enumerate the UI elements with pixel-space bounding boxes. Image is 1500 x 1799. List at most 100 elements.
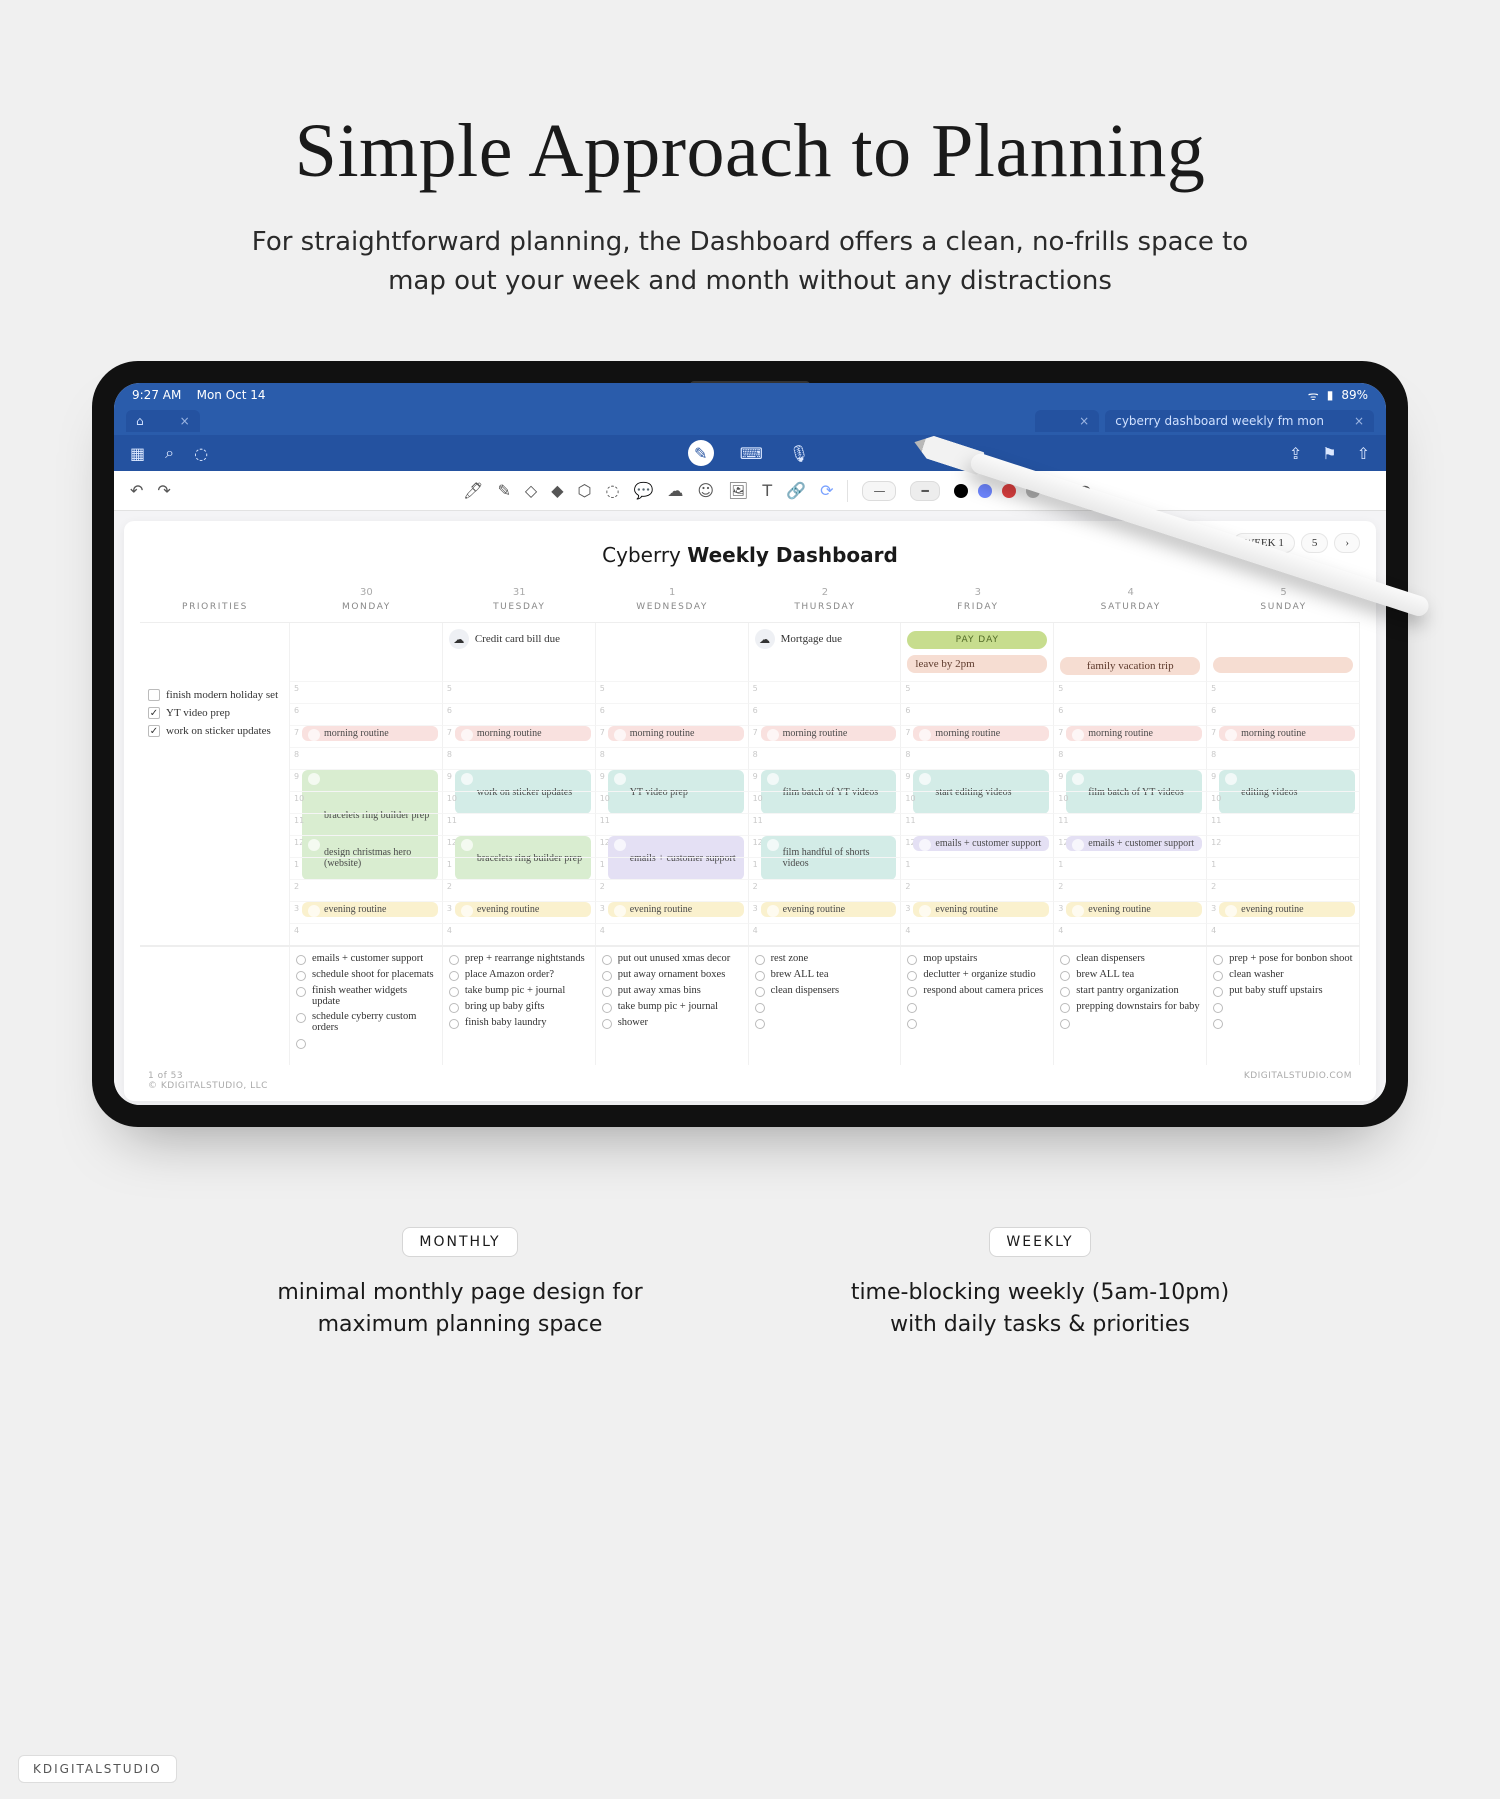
schedule-cell[interactable]: 12emails + customer support	[1054, 835, 1207, 857]
schedule-cell[interactable]: 7morning routine	[901, 725, 1054, 747]
colorpicker-icon[interactable]: ◑	[1078, 481, 1092, 500]
schedule-cell[interactable]: 8	[596, 747, 749, 769]
color-grey[interactable]	[1026, 484, 1040, 498]
event-credit-card[interactable]: ☁Credit card bill due	[449, 629, 560, 649]
allday-cell[interactable]: family vacation trip	[1054, 623, 1207, 681]
schedule-cell[interactable]: 8	[290, 747, 443, 769]
evening-routine-block[interactable]: evening routine	[1066, 902, 1202, 917]
schedule-cell[interactable]: 5	[443, 681, 596, 703]
color-black[interactable]	[954, 484, 968, 498]
color-gold[interactable]	[1050, 484, 1064, 498]
schedule-cell[interactable]: 8	[443, 747, 596, 769]
tab-empty[interactable]: ×	[1035, 410, 1099, 432]
schedule-cell[interactable]: 12design christmas hero (website)	[290, 835, 443, 857]
redo-icon[interactable]: ↷	[157, 481, 170, 500]
sticker-icon[interactable]: ☺	[697, 481, 714, 500]
schedule-cell[interactable]: 8	[1054, 747, 1207, 769]
schedule-cell[interactable]: 1	[901, 857, 1054, 879]
schedule-cell[interactable]: 1	[1054, 857, 1207, 879]
allday-cell[interactable]	[1207, 623, 1360, 681]
schedule-cell[interactable]: 2	[1054, 879, 1207, 901]
schedule-cell[interactable]: 2	[443, 879, 596, 901]
link-icon[interactable]: 🔗	[786, 481, 806, 500]
morning-routine-block[interactable]: morning routine	[1219, 726, 1355, 741]
schedule-cell[interactable]: 4	[443, 923, 596, 945]
schedule-cell[interactable]: 4	[596, 923, 749, 945]
bookmark-icon[interactable]: ⚑	[1322, 444, 1336, 463]
week-5-button[interactable]: 5	[1301, 533, 1329, 553]
schedule-cell[interactable]: 10	[749, 791, 902, 813]
payday-badge[interactable]: PAY DAY	[907, 631, 1047, 649]
morning-routine-block[interactable]: morning routine	[761, 726, 897, 741]
schedule-cell[interactable]: 2	[1207, 879, 1360, 901]
close-icon[interactable]: ×	[1354, 414, 1364, 428]
schedule-cell[interactable]: 3evening routine	[290, 901, 443, 923]
morning-routine-block[interactable]: morning routine	[913, 726, 1049, 741]
pen-tool-icon[interactable]: ✎	[688, 440, 714, 466]
schedule-cell[interactable]: 5	[749, 681, 902, 703]
evening-routine-block[interactable]: evening routine	[302, 902, 438, 917]
text-icon[interactable]: T	[762, 481, 772, 500]
schedule-cell[interactable]: 10	[290, 791, 443, 813]
week-next-button[interactable]: ›	[1334, 533, 1360, 553]
search-icon[interactable]: ⌕	[165, 443, 174, 463]
close-icon[interactable]: ×	[1079, 414, 1089, 428]
allday-cell[interactable]	[290, 623, 443, 681]
image-icon[interactable]: 🖼	[728, 481, 748, 500]
schedule-cell[interactable]: 11	[596, 813, 749, 835]
schedule-cell[interactable]: 7morning routine	[290, 725, 443, 747]
tasks-sat[interactable]: clean dispensersbrew ALL teastart pantry…	[1054, 947, 1207, 1065]
schedule-cell[interactable]: 12film handful of shorts videos	[749, 835, 902, 857]
tab-home[interactable]: ×	[126, 410, 200, 432]
schedule-cell[interactable]: 3evening routine	[443, 901, 596, 923]
priorities-list[interactable]: finish modern holiday set✓YT video prep✓…	[140, 681, 290, 945]
schedule-cell[interactable]: 7morning routine	[749, 725, 902, 747]
morning-routine-block[interactable]: morning routine	[1066, 726, 1202, 741]
schedule-cell[interactable]: 8	[901, 747, 1054, 769]
lasso2-icon[interactable]: ◌	[605, 481, 619, 500]
schedule-cell[interactable]: 3evening routine	[901, 901, 1054, 923]
schedule-cell[interactable]: 4	[749, 923, 902, 945]
schedule-cell[interactable]: 4	[1054, 923, 1207, 945]
schedule-cell[interactable]: 4	[290, 923, 443, 945]
cloud-icon[interactable]: ☁	[667, 481, 683, 500]
lasso-icon[interactable]: ◌	[194, 444, 208, 463]
undo-icon[interactable]: ↶	[130, 481, 143, 500]
evening-routine-block[interactable]: evening routine	[1219, 902, 1355, 917]
schedule-cell[interactable]: 8	[749, 747, 902, 769]
schedule-cell[interactable]: 7morning routine	[1054, 725, 1207, 747]
schedule-cell[interactable]: 1	[749, 857, 902, 879]
schedule-cell[interactable]: 10	[901, 791, 1054, 813]
select-icon[interactable]: ⟳	[820, 481, 833, 500]
allday-cell[interactable]	[596, 623, 749, 681]
tab-document[interactable]: cyberry dashboard weekly fm mon×	[1105, 410, 1374, 432]
schedule-cell[interactable]: 3evening routine	[596, 901, 749, 923]
schedule-cell[interactable]: 6	[1054, 703, 1207, 725]
schedule-cell[interactable]: 6	[901, 703, 1054, 725]
schedule-cell[interactable]: 3evening routine	[749, 901, 902, 923]
allday-cell[interactable]: ☁Mortgage due	[749, 623, 902, 681]
schedule-cell[interactable]: 11	[1207, 813, 1360, 835]
grid-icon[interactable]: ▦	[130, 444, 145, 463]
tasks-fri[interactable]: mop upstairsdeclutter + organize studior…	[901, 947, 1054, 1065]
tasks-tue[interactable]: prep + rearrange nightstandsplace Amazon…	[443, 947, 596, 1065]
schedule-cell[interactable]: 3evening routine	[1054, 901, 1207, 923]
stroke-thin-icon[interactable]: —	[862, 481, 896, 501]
tasks-sun[interactable]: prep + pose for bonbon shootclean washer…	[1207, 947, 1360, 1065]
schedule-cell[interactable]: 1	[443, 857, 596, 879]
schedule-cell[interactable]: 6	[290, 703, 443, 725]
close-icon[interactable]: ×	[180, 414, 190, 428]
time-block[interactable]: emails + customer support	[1066, 836, 1202, 851]
evening-routine-block[interactable]: evening routine	[455, 902, 591, 917]
tasks-mon[interactable]: emails + customer supportschedule shoot …	[290, 947, 443, 1065]
schedule-cell[interactable]: 10	[1054, 791, 1207, 813]
week-1-button[interactable]: WEEK 1	[1233, 533, 1295, 553]
schedule-cell[interactable]: 4	[1207, 923, 1360, 945]
morning-routine-block[interactable]: morning routine	[455, 726, 591, 741]
schedule-cell[interactable]: 3evening routine	[1207, 901, 1360, 923]
schedule-cell[interactable]: 1	[290, 857, 443, 879]
schedule-cell[interactable]: 11	[749, 813, 902, 835]
schedule-cell[interactable]: 12emails + customer support	[596, 835, 749, 857]
allday-cell[interactable]: ☁Credit card bill due	[443, 623, 596, 681]
schedule-cell[interactable]: 10	[596, 791, 749, 813]
